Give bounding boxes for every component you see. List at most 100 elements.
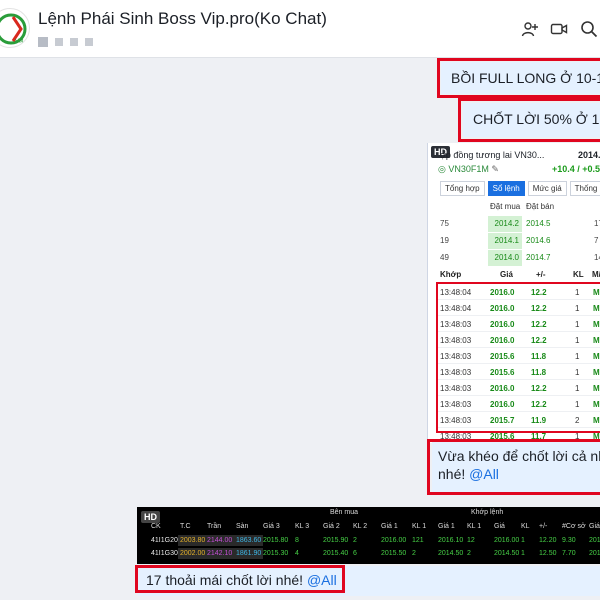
chat-header: VN Lệnh Phái Sinh Boss Vip.pro(Ko Chat)	[0, 0, 600, 58]
board-cell: 2	[412, 550, 416, 557]
board-cell: 2016.00	[494, 537, 520, 544]
board-cell: 2	[467, 550, 471, 557]
symbol-icon: ◎	[438, 164, 446, 174]
board-cell: 2014.50	[438, 550, 464, 557]
trade-row: 13:48:04 2016.0 12.2 1 M	[438, 284, 600, 300]
board-cell: 6	[353, 550, 357, 557]
board-cell: 2003.80	[178, 535, 208, 546]
trade-row: 13:48:04 2016.0 12.2 1 M	[438, 300, 600, 316]
board-cell: 8	[295, 537, 299, 544]
trade-row: 13:48:03 2016.0 12.2 1 M	[438, 316, 600, 332]
bid-header: Đặt mua	[490, 202, 521, 211]
edit-icon[interactable]: ✎	[491, 164, 499, 174]
board-cell: 1863.60	[234, 535, 264, 546]
board-cell: 2015.80	[263, 537, 289, 544]
board-cell: 2144.00	[205, 535, 235, 546]
match-group-header: Khớp lệnh	[471, 509, 504, 516]
board-cell: 121	[412, 537, 424, 544]
board-cell: 2016.00	[381, 537, 407, 544]
board-column-header: T.C	[180, 523, 191, 530]
hd-badge: HD	[141, 511, 160, 523]
message-text: Vừa khéo để chốt lời cả nhà m	[438, 448, 600, 464]
mention-tag[interactable]: @All	[307, 572, 337, 588]
search-icon[interactable]	[580, 20, 598, 38]
buy-group-header: Bên mua	[330, 509, 359, 516]
trading-screenshot[interactable]: HD ợp đồng tương lai VN30... 2014.2 ◎ VN…	[427, 143, 600, 443]
message-bubble[interactable]: BỒI FULL LONG Ở 10-13.X! @	[441, 62, 600, 94]
board-cell: 7.70	[562, 550, 576, 557]
trade-row: 13:48:03 2015.7 11.9 2 M	[438, 412, 600, 428]
board-cell: 1861.90	[234, 548, 264, 559]
mention-tag[interactable]: @All	[469, 466, 499, 482]
trade-row: 13:48:03 2016.0 12.2 1 M	[438, 332, 600, 348]
tab-summary[interactable]: Tổng hợp	[440, 181, 485, 196]
board-cell: 1	[521, 537, 525, 544]
board-cell: 2002.00	[178, 548, 208, 559]
trade-row: 13:48:03 2015.6 11.7 1 M	[438, 428, 600, 443]
board-cell: 2016.20	[589, 537, 600, 544]
board-cell: 2016.10	[438, 537, 464, 544]
group-avatar[interactable]: VN	[0, 8, 30, 48]
contract-symbol: ◎ VN30F1M ✎	[438, 164, 499, 174]
board-column-header: Giá 1	[438, 523, 455, 530]
message-bubble[interactable]: CHỐT LỜI 50% Ở 16.X! @	[463, 103, 600, 137]
board-column-header: KL 2	[353, 523, 368, 530]
board-cell: 9.30	[562, 537, 576, 544]
board-cell: 2015.30	[263, 550, 289, 557]
board-column-header: KL 1	[467, 523, 482, 530]
message-bubble[interactable]: Vừa khéo để chốt lời cả nhà m nhé! @All	[432, 442, 600, 492]
board-cell: 2015.50	[381, 550, 407, 557]
tab-statistics[interactable]: Thống kê	[569, 181, 600, 196]
message-text: CHỐT LỜI 50% Ở 16.X!	[473, 111, 600, 127]
contract-title: ợp đồng tương lai VN30...	[440, 150, 545, 160]
board-column-header: KL	[521, 523, 530, 530]
chat-title: Lệnh Phái Sinh Boss Vip.pro(Ko Chat)	[38, 9, 327, 28]
trade-row: 13:48:03 2016.0 12.2 1 M	[438, 396, 600, 412]
message-text: 17 thoải mái chốt lời nhé!	[146, 572, 307, 588]
book-row: 19 2014.1 2014.6 7	[428, 233, 600, 249]
board-cell: 2015.40	[323, 550, 349, 557]
board-cell: 12	[467, 537, 475, 544]
book-row: 492014.02014.714	[428, 250, 600, 266]
board-cell: 12.20	[539, 537, 557, 544]
board-column-header: Giá 1	[589, 523, 600, 530]
member-preview[interactable]	[38, 37, 93, 47]
board-column-header: Trần	[207, 523, 222, 530]
board-cell: 2015.90	[323, 537, 349, 544]
board-column-header: CK	[151, 523, 161, 530]
ask-header: Đặt bán	[526, 202, 555, 211]
board-cell: 4	[295, 550, 299, 557]
message-text: BỒI FULL LONG Ở 10-13.X!	[451, 70, 600, 86]
board-cell: 2014.50	[494, 550, 520, 557]
trades-header: Khớp Giá +/- KL M/	[440, 270, 600, 279]
board-column-header: #Cơ sở	[562, 523, 586, 530]
message-bubble[interactable]: 17 thoải mái chốt lời nhé! @All	[138, 566, 600, 596]
board-cell: 1	[521, 550, 525, 557]
card-tabs: Tổng hợp Sổ lệnh Mức giá Thống kê	[440, 181, 600, 196]
board-column-header: +/-	[539, 523, 548, 530]
contract-price: 2014.2	[578, 150, 600, 160]
video-call-icon[interactable]	[550, 20, 568, 38]
tab-order-book[interactable]: Sổ lệnh	[487, 181, 525, 196]
trade-row: 13:48:03 2015.6 11.8 1 M	[438, 364, 600, 380]
trade-row: 13:48:03 2016.0 12.2 1 M	[438, 380, 600, 396]
board-column-header: Giá 3	[263, 523, 280, 530]
add-member-icon[interactable]	[521, 20, 539, 38]
price-board-screenshot[interactable]: HD Bên mua Khớp lệnh CK T.C Trần Sàn Giá 3 KL…	[137, 507, 600, 564]
board-cell: 2	[353, 537, 357, 544]
board-column-header: KL 1	[412, 523, 427, 530]
board-column-header: Giá	[494, 523, 505, 530]
board-column-header: Giá 2	[323, 523, 340, 530]
trade-row: 13:48:03 2015.6 11.8 1 M	[438, 348, 600, 364]
svg-text:VN: VN	[15, 38, 24, 45]
board-column-header: Sàn	[236, 523, 249, 530]
board-cell: 12.50	[539, 550, 557, 557]
board-column-header: KL 3	[295, 523, 310, 530]
tab-price-levels[interactable]: Mức giá	[527, 181, 567, 196]
board-column-header: Giá 1	[381, 523, 398, 530]
book-row: 752014.22014.517	[428, 216, 600, 232]
board-cell: 2016.60	[589, 550, 600, 557]
board-cell: 2142.10	[205, 548, 235, 559]
contract-change: +10.4 / +0.52%	[552, 164, 600, 174]
message-text: nhé!	[438, 466, 470, 482]
